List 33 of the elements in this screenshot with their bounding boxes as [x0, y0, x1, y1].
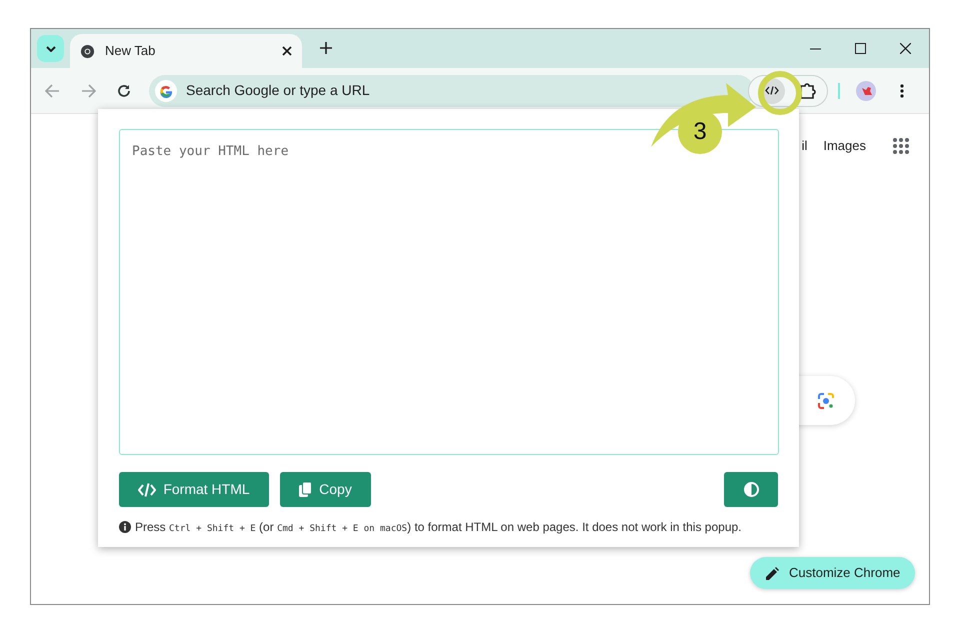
new-tab-icon[interactable]	[320, 42, 332, 54]
highlight-ring	[758, 71, 802, 115]
google-logo-icon	[155, 80, 177, 102]
chevron-down-icon	[46, 46, 56, 52]
code-icon	[138, 482, 156, 496]
camera-lens-icon[interactable]	[817, 392, 835, 410]
maximize-icon[interactable]	[855, 43, 866, 54]
address-placeholder: Search Google or type a URL	[186, 81, 370, 100]
reload-icon[interactable]	[117, 84, 131, 98]
browser-tab[interactable]: New Tab	[70, 34, 302, 68]
gmail-link[interactable]: il	[802, 136, 808, 156]
bird-icon	[860, 86, 872, 96]
info-icon	[119, 521, 131, 534]
theme-toggle-button[interactable]	[724, 472, 778, 507]
minimize-icon[interactable]	[810, 48, 821, 50]
code-icon	[765, 86, 779, 95]
customize-chrome-button[interactable]: Customize Chrome	[750, 557, 915, 589]
images-link[interactable]: Images	[823, 136, 866, 156]
close-icon[interactable]	[282, 46, 292, 56]
contrast-icon	[744, 482, 758, 497]
copy-button[interactable]: Copy	[280, 472, 371, 507]
puzzle-piece-icon[interactable]	[799, 82, 816, 99]
format-html-button[interactable]: Format HTML	[119, 472, 269, 507]
close-icon[interactable]	[900, 43, 911, 54]
globe-icon	[80, 44, 95, 58]
tab-search-button[interactable]	[37, 35, 64, 62]
copy-icon	[299, 482, 312, 497]
info-text: Press Ctrl + Shift + E (or Cmd + Shift + E on macOS) to format HTML on web pages. It does not work in this popup.	[135, 519, 742, 536]
pencil-icon	[766, 566, 779, 580]
apps-grid-icon[interactable]	[893, 138, 909, 154]
menu-icon[interactable]	[900, 84, 904, 98]
tab-title: New Tab	[105, 42, 156, 60]
profile-avatar[interactable]	[856, 80, 876, 100]
